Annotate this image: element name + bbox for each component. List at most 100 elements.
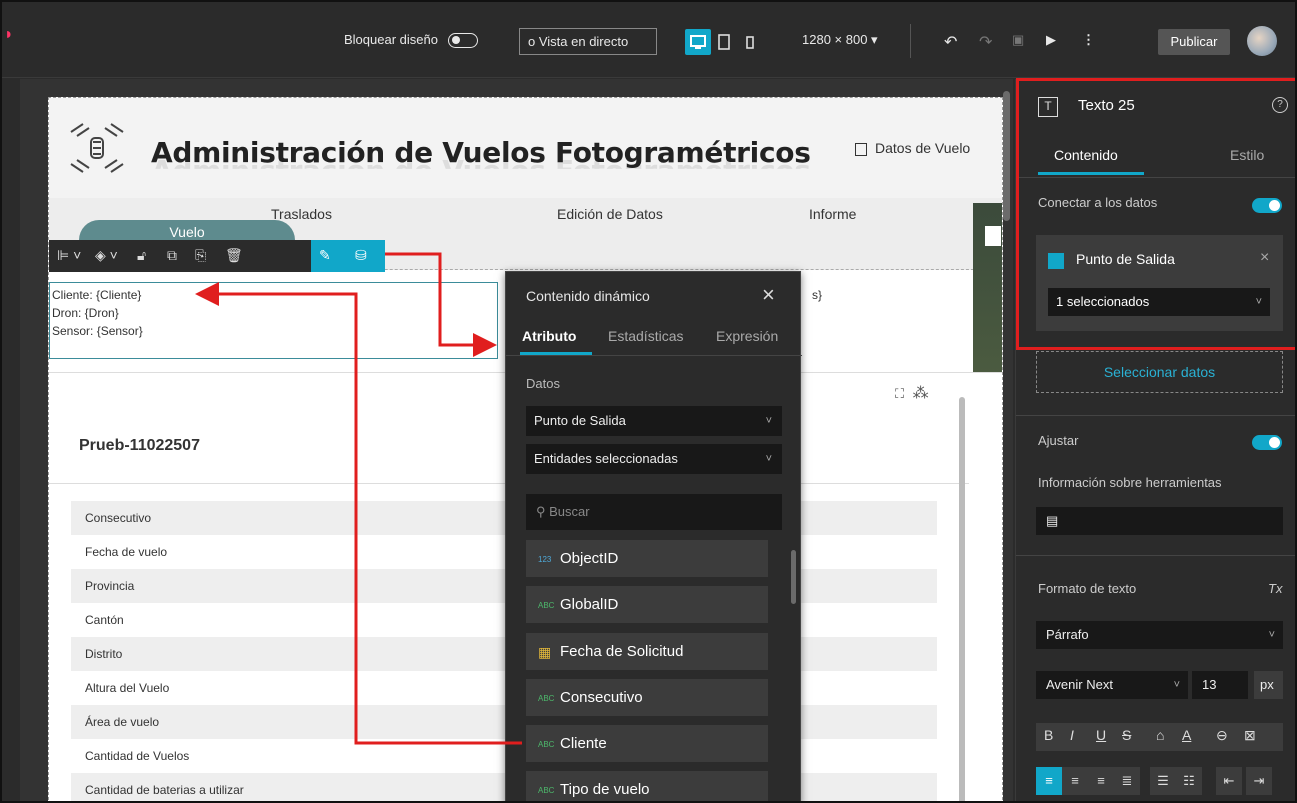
canvas-scrollbar[interactable] <box>1003 91 1010 221</box>
indent-icon[interactable]: ⇥ <box>1246 767 1272 795</box>
field-item[interactable]: ▦ Fecha de Solicitud <box>526 633 768 670</box>
bloquear-label: Bloquear diseño <box>344 32 438 47</box>
bullet-list-icon[interactable]: ☰ <box>1150 767 1176 795</box>
tab-vuelo-label: Vuelo <box>169 224 205 240</box>
string-field-icon: ABC <box>538 785 555 795</box>
field-item[interactable]: ABC GlobalID <box>526 586 768 623</box>
text-line-cliente[interactable]: Cliente: {Cliente} <box>52 288 141 302</box>
tab-expresion[interactable]: Expresión <box>716 328 778 344</box>
tablet-view-button[interactable] <box>711 29 737 55</box>
table-row: Provincia <box>71 569 937 603</box>
dynamic-content-icon: ▤ <box>1046 513 1059 528</box>
datos-vuelo-link[interactable]: Datos de Vuelo <box>855 140 970 156</box>
justify-icon[interactable]: ≣ <box>1114 767 1140 795</box>
string-field-icon: ABC <box>538 600 555 610</box>
desktop-view-button[interactable] <box>685 29 711 55</box>
bloquear-diseno-toggle[interactable]: Bloquear diseño <box>344 32 478 49</box>
save-icon[interactable]: ▣ <box>1012 32 1024 48</box>
database-icon[interactable]: ⛁ <box>355 247 367 264</box>
card-tools[interactable]: ⛶ ⁂ <box>895 383 929 403</box>
text-line-dron[interactable]: Dron: {Dron} <box>52 306 119 320</box>
date-field-icon: ▦ <box>538 643 552 660</box>
seleccionar-datos-button[interactable]: Seleccionar datos <box>1036 351 1283 393</box>
table-row: Fecha de vuelo <box>85 545 168 559</box>
publicar-button[interactable]: Publicar <box>1158 29 1230 55</box>
clear-format-icon[interactable]: Tx <box>1268 581 1282 596</box>
search-input[interactable]: ⚲ Buscar <box>526 494 782 530</box>
string-field-icon: ABC <box>538 693 555 703</box>
preview-icon[interactable]: ▶ <box>1046 32 1056 48</box>
app-logo-icon: ◗ <box>4 26 14 43</box>
bold-icon[interactable]: B <box>1044 727 1053 743</box>
align-right-icon[interactable]: ≡ <box>1088 767 1114 795</box>
underline-icon[interactable]: U <box>1096 727 1106 743</box>
drone-logo-icon <box>70 123 124 173</box>
field-name: Cliente <box>560 735 607 752</box>
strikethrough-icon[interactable]: S <box>1122 727 1131 743</box>
widget-toolbar: ⊫ ˅ ◈ ˅ 🔓︎ ⧉ ⎘ 🗑︎ ✎ ⛁ <box>49 240 385 272</box>
layers-icon[interactable]: ◈ ˅ <box>95 247 118 264</box>
tab-informe[interactable]: Informe <box>809 206 856 222</box>
font-color-icon[interactable]: A <box>1182 727 1191 743</box>
tab-estadisticas[interactable]: Estadísticas <box>608 328 683 344</box>
redo-icon[interactable]: ↷ <box>979 32 992 52</box>
dynamic-content-popup: Contenido dinámico × Atributo Estadístic… <box>505 271 802 801</box>
more-options-icon[interactable]: ⋮ <box>1082 32 1095 48</box>
unit-value: px <box>1260 677 1274 692</box>
font-size-value: 13 <box>1202 677 1217 692</box>
chevron-down-icon: ˅ <box>1173 679 1180 691</box>
field-item-cliente[interactable]: ABC Cliente <box>526 725 768 762</box>
copy-style-icon[interactable]: ⎘ <box>195 247 206 264</box>
grid-view-icon[interactable]: ⁂ <box>913 385 929 402</box>
alignment-buttons: ≡ ≡ ≡ ≣ ☰ ☷ ⇤ ⇥ <box>1036 767 1283 795</box>
align-icon[interactable]: ⊫ ˅ <box>57 247 81 264</box>
popup-title: Contenido dinámico <box>526 288 650 304</box>
card-title: Prueb-11022507 <box>79 437 200 454</box>
card-scrollbar[interactable] <box>959 397 965 801</box>
align-center-icon[interactable]: ≡ <box>1062 767 1088 795</box>
align-left-icon[interactable]: ≡ <box>1036 767 1062 795</box>
field-item[interactable]: 123 ObjectID <box>526 540 768 577</box>
image-icon[interactable]: ⊠ <box>1244 727 1256 744</box>
delete-icon[interactable]: 🗑︎ <box>225 247 243 264</box>
text-style-buttons: B I U S ⌂ A ⊖ ⊠ <box>1036 723 1283 751</box>
tab-traslados[interactable]: Traslados <box>271 206 332 222</box>
outdent-icon[interactable]: ⇤ <box>1216 767 1242 795</box>
ajustar-toggle[interactable] <box>1252 435 1282 450</box>
vista-en-directo-button[interactable]: o Vista en directo <box>519 28 657 55</box>
tooltip-input[interactable]: ▤ <box>1036 507 1283 535</box>
selection-select[interactable]: Entidades seleccionadas ˅ <box>526 444 782 474</box>
table-row: Cantón <box>85 613 124 627</box>
divider <box>1016 415 1295 416</box>
unit-select[interactable]: px <box>1254 671 1283 699</box>
vista-label: Vista en directo <box>538 34 629 49</box>
font-select[interactable]: Avenir Next ˅ <box>1036 671 1188 699</box>
italic-icon[interactable]: I <box>1070 727 1074 743</box>
chevron-down-icon: ˅ <box>765 415 772 427</box>
clear-selection-icon[interactable]: ⛶ <box>895 386 904 401</box>
map-control-icon[interactable] <box>985 226 1001 246</box>
field-item[interactable]: ABC Consecutivo <box>526 679 768 716</box>
chevron-down-icon: ˅ <box>1268 629 1275 641</box>
text-line-sensor[interactable]: Sensor: {Sensor} <box>52 324 143 338</box>
undo-icon[interactable]: ↶ <box>944 32 957 52</box>
tab-edicion-datos[interactable]: Edición de Datos <box>557 206 663 222</box>
field-item[interactable]: ABC Tipo de vuelo <box>526 771 768 801</box>
avatar[interactable] <box>1247 26 1277 56</box>
paragraph-select[interactable]: Párrafo ˅ <box>1036 621 1283 649</box>
text-widget-selected[interactable]: Cliente: {Cliente} Dron: {Dron} Sensor: … <box>49 282 822 359</box>
highlight-icon[interactable]: ⌂ <box>1156 727 1164 743</box>
phone-view-button[interactable] <box>737 29 763 55</box>
close-icon[interactable]: × <box>762 282 775 308</box>
numbered-list-icon[interactable]: ☷ <box>1176 767 1202 795</box>
tab-atributo[interactable]: Atributo <box>522 328 576 344</box>
link-icon[interactable]: ⊖ <box>1216 727 1228 744</box>
data-source-select[interactable]: Punto de Salida ˅ <box>526 406 782 436</box>
edit-pencil-icon[interactable]: ✎ <box>319 247 331 264</box>
popup-scrollbar[interactable] <box>791 550 796 604</box>
duplicate-icon[interactable]: ⧉ <box>167 247 177 264</box>
resolution-dropdown[interactable]: 1280 × 800 ▾ <box>802 32 878 48</box>
font-size-input[interactable]: 13 <box>1192 671 1248 699</box>
datos-vuelo-label: Datos de Vuelo <box>875 140 971 156</box>
unlock-icon[interactable]: 🔓︎ <box>137 247 146 264</box>
